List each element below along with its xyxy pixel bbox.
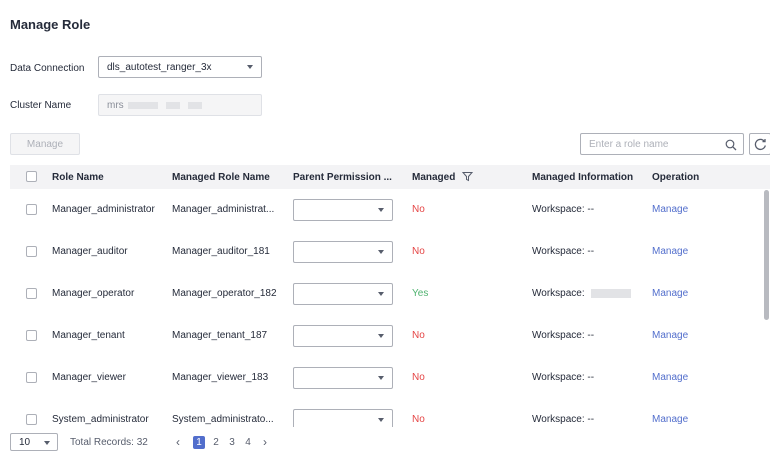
page-3[interactable]: 3: [226, 436, 238, 449]
cluster-name-label: Cluster Name: [10, 100, 72, 111]
masked-text: [591, 288, 632, 298]
chevron-down-icon: [378, 376, 384, 380]
page-2[interactable]: 2: [210, 436, 222, 449]
page-4[interactable]: 4: [242, 436, 254, 449]
role-name-cell: System_administrator: [52, 414, 149, 425]
managed-information-text: Workspace:: [532, 288, 585, 299]
refresh-icon: [754, 138, 766, 151]
data-connection-select[interactable]: dls_autotest_ranger_3x: [98, 56, 262, 78]
search-input[interactable]: [589, 137, 715, 151]
manage-link[interactable]: Manage: [652, 288, 688, 299]
managed-information-cell: Workspace: --: [532, 246, 595, 257]
parent-permission-select[interactable]: [293, 241, 393, 263]
header-managed: Managed: [412, 172, 456, 183]
table-row: Manager_tenant Manager_tenant_187 No Wor…: [10, 315, 770, 358]
managed-role-name-cell: Manager_operator_182: [172, 288, 277, 299]
manage-button[interactable]: Manage: [10, 133, 80, 155]
role-name-cell: Manager_operator: [52, 288, 135, 299]
managed-information-cell: Workspace: --: [532, 372, 595, 383]
parent-permission-select[interactable]: [293, 325, 393, 347]
managed-information-cell: Workspace: --: [532, 330, 595, 341]
chevron-down-icon: [378, 292, 384, 296]
total-records: Total Records: 32: [70, 437, 148, 448]
manage-link[interactable]: Manage: [652, 246, 688, 257]
page-title: Manage Role: [10, 17, 91, 32]
table-row: Manager_administrator Manager_administra…: [10, 189, 770, 232]
table-scrollbar[interactable]: [764, 190, 769, 320]
managed-role-name-cell: Manager_administrat...: [172, 204, 275, 215]
row-checkbox[interactable]: [26, 204, 37, 215]
managed-information-cell: Workspace: --: [532, 204, 595, 215]
manage-link[interactable]: Manage: [652, 330, 688, 341]
managed-cell: No: [412, 330, 425, 341]
managed-cell: Yes: [412, 288, 429, 299]
role-name-cell: Manager_administrator: [52, 204, 155, 215]
manage-link[interactable]: Manage: [652, 372, 688, 383]
header-role-name: Role Name: [52, 172, 104, 183]
refresh-button[interactable]: [749, 133, 770, 155]
search-icon[interactable]: [725, 139, 737, 151]
masked-text: [165, 101, 180, 109]
search-box[interactable]: [580, 133, 744, 155]
table-row: Manager_operator Manager_operator_182 Ye…: [10, 273, 770, 316]
managed-information-cell: Workspace:: [532, 288, 632, 299]
header-managed-role-name: Managed Role Name: [172, 172, 270, 183]
chevron-down-icon: [378, 334, 384, 338]
managed-cell: No: [412, 204, 425, 215]
chevron-down-icon: [378, 208, 384, 212]
manage-link[interactable]: Manage: [652, 204, 688, 215]
managed-information-cell: Workspace: --: [532, 414, 595, 425]
row-checkbox[interactable]: [26, 246, 37, 257]
manage-link[interactable]: Manage: [652, 414, 688, 425]
chevron-left-icon[interactable]: ‹: [172, 436, 184, 449]
chevron-down-icon: [378, 418, 384, 422]
data-connection-value: dls_autotest_ranger_3x: [107, 61, 212, 73]
managed-cell: No: [412, 246, 425, 257]
masked-text: [127, 101, 158, 109]
table-row: Manager_viewer Manager_viewer_183 No Wor…: [10, 357, 770, 400]
page-size-value: 10: [19, 436, 31, 448]
cluster-name-value: mrs: [107, 99, 124, 111]
chevron-down-icon: [378, 250, 384, 254]
row-checkbox[interactable]: [26, 288, 37, 299]
header-operation: Operation: [652, 172, 700, 183]
role-name-cell: Manager_auditor: [52, 246, 128, 257]
table-header: Role Name Managed Role Name Parent Permi…: [10, 165, 770, 190]
page-size-select[interactable]: 10: [10, 433, 58, 451]
chevron-down-icon: [44, 441, 50, 445]
managed-cell: No: [412, 372, 425, 383]
table-row: System_administrator System_administrato…: [10, 399, 770, 427]
parent-permission-select[interactable]: [293, 409, 393, 427]
role-name-cell: Manager_viewer: [52, 372, 126, 383]
managed-role-name-cell: Manager_auditor_181: [172, 246, 270, 257]
managed-role-name-cell: Manager_tenant_187: [172, 330, 268, 341]
chevron-right-icon[interactable]: ›: [259, 436, 271, 449]
managed-role-name-cell: System_administrato...: [172, 414, 274, 425]
cluster-name-field: mrs: [98, 94, 262, 116]
row-checkbox[interactable]: [26, 330, 37, 341]
parent-permission-select[interactable]: [293, 367, 393, 389]
page-1[interactable]: 1: [193, 436, 205, 449]
managed-role-name-cell: Manager_viewer_183: [172, 372, 269, 383]
chevron-down-icon: [247, 65, 253, 69]
header-managed-information: Managed Information: [532, 172, 634, 183]
masked-text: [187, 101, 202, 109]
filter-icon[interactable]: [462, 171, 473, 182]
parent-permission-select[interactable]: [293, 199, 393, 221]
parent-permission-select[interactable]: [293, 283, 393, 305]
select-all-checkbox[interactable]: [26, 171, 37, 182]
row-checkbox[interactable]: [26, 414, 37, 425]
role-name-cell: Manager_tenant: [52, 330, 125, 341]
data-connection-label: Data Connection: [10, 63, 85, 74]
header-parent-permission: Parent Permission ...: [293, 172, 392, 183]
managed-cell: No: [412, 414, 425, 425]
table-row: Manager_auditor Manager_auditor_181 No W…: [10, 231, 770, 274]
row-checkbox[interactable]: [26, 372, 37, 383]
table-body: Manager_administrator Manager_administra…: [10, 189, 770, 427]
